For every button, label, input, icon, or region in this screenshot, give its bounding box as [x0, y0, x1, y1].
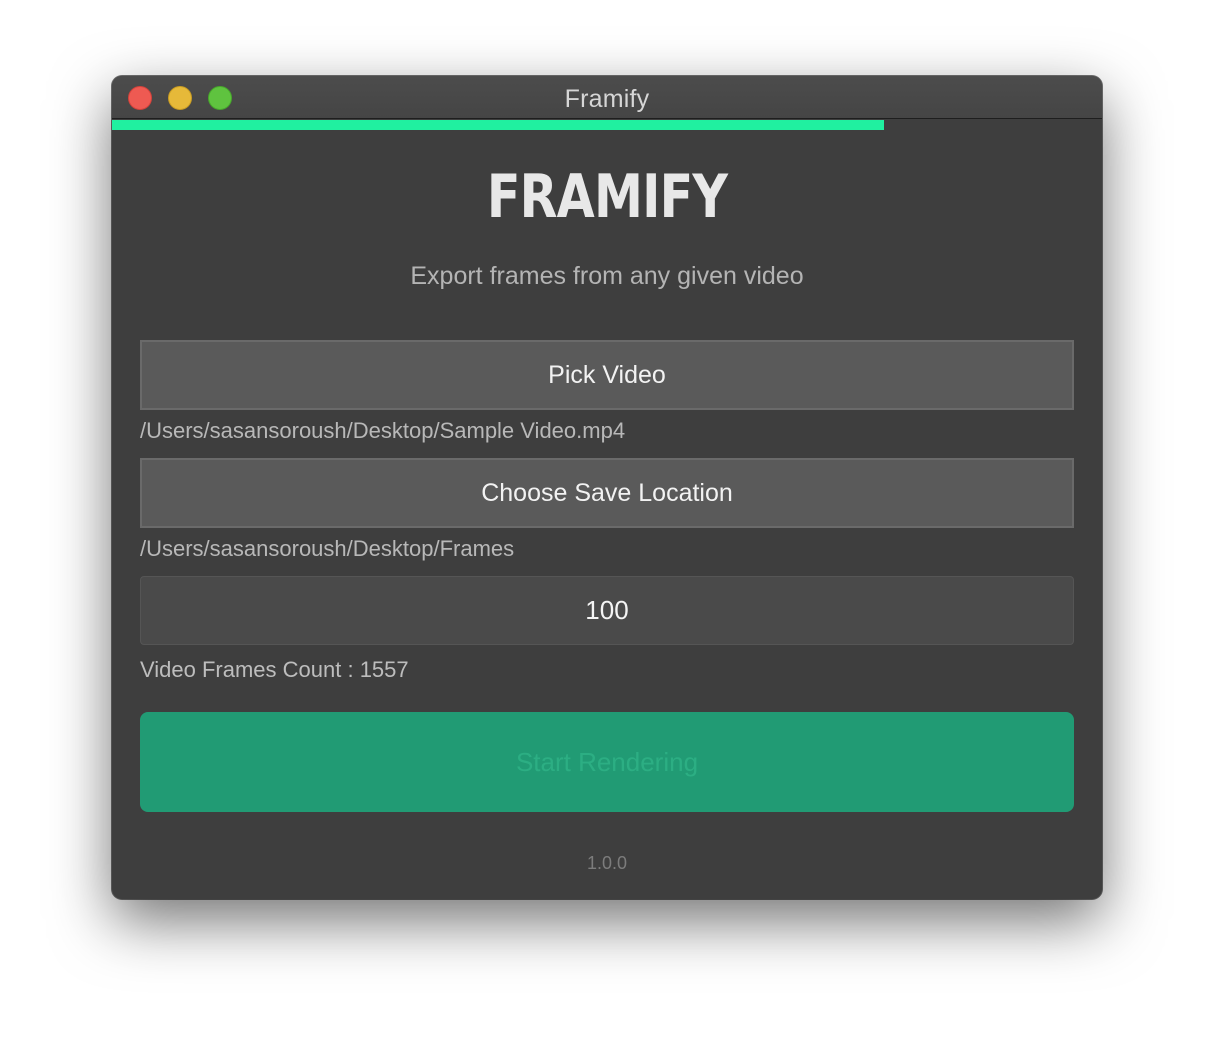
- pick-video-button[interactable]: Pick Video: [140, 340, 1074, 410]
- app-subtitle: Export frames from any given video: [410, 262, 804, 290]
- save-path-label: /Users/sasansoroush/Desktop/Frames: [140, 536, 515, 561]
- video-frames-count-label: Video Frames Count : 1557: [140, 657, 409, 682]
- window-title: Framify: [564, 85, 650, 113]
- version-label: 1.0.0: [586, 853, 628, 873]
- app-window: Framify FRAMIFY Export frames from any g…: [112, 76, 1102, 899]
- start-rendering-button[interactable]: Start Rendering: [140, 712, 1074, 812]
- video-path-label: /Users/sasansoroush/Desktop/Sample Video…: [140, 418, 626, 443]
- title-bar[interactable]: Framify: [112, 76, 1102, 119]
- render-progress-fill: [112, 120, 885, 130]
- render-progress-bar: [112, 120, 1102, 130]
- frames-to-export-input[interactable]: [140, 576, 1074, 645]
- choose-save-location-button[interactable]: Choose Save Location: [140, 458, 1074, 528]
- app-logo-text: FRAMIFY: [486, 162, 728, 232]
